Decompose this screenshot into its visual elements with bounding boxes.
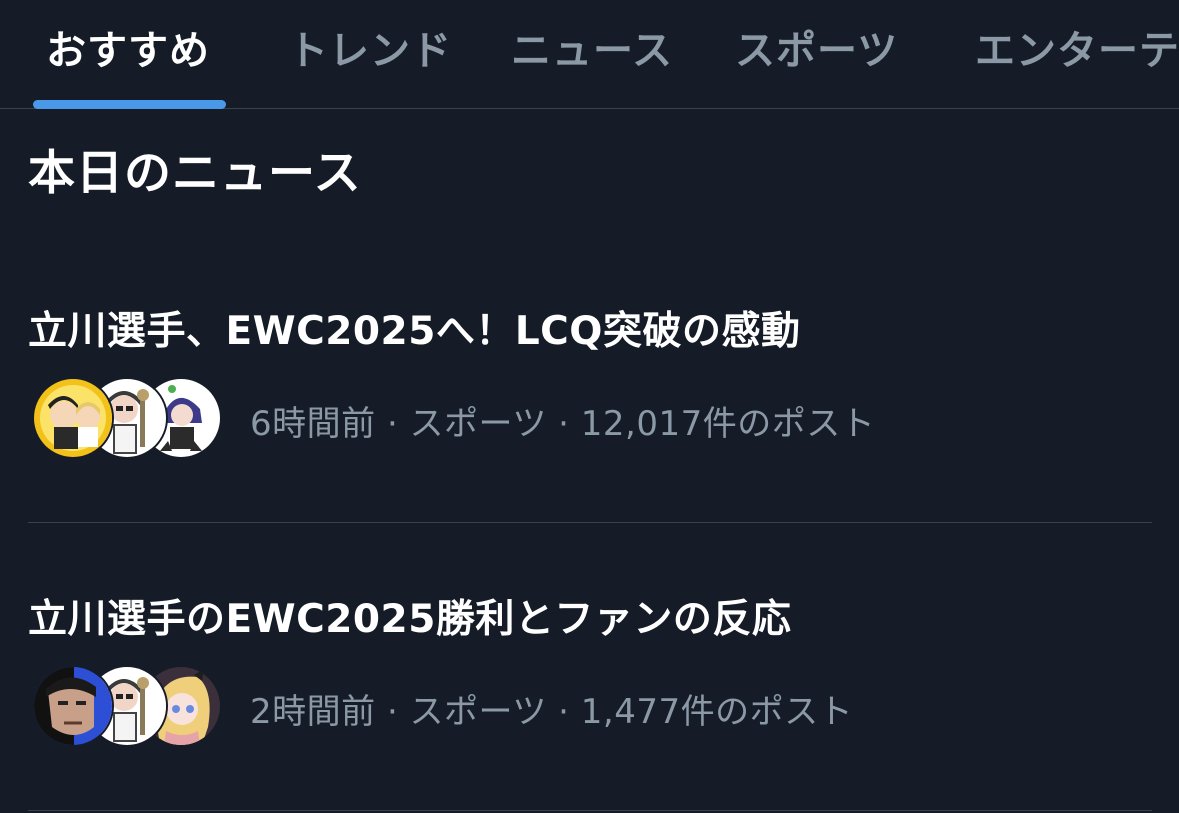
section-title: 本日のニュース	[28, 146, 362, 201]
explore-tab-bar: おすすめ トレンド ニュース スポーツ エンターテ	[0, 0, 1179, 109]
news-meta: 2時間前 · スポーツ · 1,477件のポスト	[250, 692, 854, 732]
news-avatars	[32, 665, 222, 747]
avatar	[32, 665, 114, 747]
news-avatars	[32, 377, 222, 459]
avatar-yellow-duo-icon	[34, 379, 112, 457]
news-headline: 立川選手のEWC2025勝利とファンの反応	[28, 597, 792, 642]
news-headline: 立川選手、EWC2025へ！LCQ突破の感動	[28, 309, 801, 354]
tab-trending[interactable]: トレンド	[288, 18, 452, 76]
active-tab-indicator	[33, 100, 226, 109]
tab-recommended[interactable]: おすすめ	[46, 18, 210, 76]
news-meta: 6時間前 · スポーツ · 12,017件のポスト	[250, 404, 876, 444]
tab-news[interactable]: ニュース	[511, 18, 673, 76]
news-item[interactable]: 立川選手のEWC2025勝利とファンの反応 2時間前 · スポーツ · 1,47…	[28, 588, 1152, 811]
divider	[28, 810, 1152, 811]
avatar	[32, 377, 114, 459]
tab-entertainment[interactable]: エンターテ	[975, 18, 1179, 76]
divider	[28, 522, 1152, 523]
news-item[interactable]: 立川選手、EWC2025へ！LCQ突破の感動 6時間前 · スポーツ · 12,…	[28, 300, 1152, 523]
tab-sports[interactable]: スポーツ	[735, 18, 898, 76]
explore-screen: おすすめ トレンド ニュース スポーツ エンターテ 本日のニュース 立川選手、E…	[0, 0, 1179, 813]
avatar-dark-face-icon	[34, 667, 112, 745]
